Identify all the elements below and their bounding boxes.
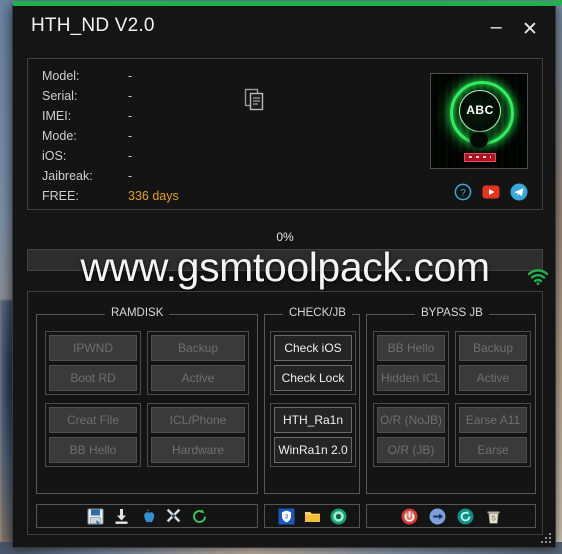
info-label-model: Model: xyxy=(42,69,80,83)
download-icon[interactable] xyxy=(113,508,130,525)
button-ipwnd[interactable]: IPWND xyxy=(49,335,137,361)
info-value-free: 336 days xyxy=(128,189,179,203)
button-winra1n[interactable]: WinRa1n 2.0 xyxy=(274,437,352,463)
toolbar-left xyxy=(36,504,258,528)
info-label-free: FREE: xyxy=(42,189,79,203)
toolbar-right: S xyxy=(366,504,536,528)
window-title: HTH_ND V2.0 xyxy=(31,15,155,36)
button-hardware[interactable]: Hardware xyxy=(151,437,245,463)
function-groups-area: RAMDISK IPWND Boot RD Backup Active Crea… xyxy=(27,291,543,535)
button-active-ramdisk[interactable]: Active xyxy=(151,365,245,391)
apple-icon[interactable] xyxy=(139,508,156,525)
youtube-icon[interactable] xyxy=(482,183,500,201)
group-bypass-jb: BYPASS JB BB Hello Hidden ICL Backup Act… xyxy=(366,307,536,494)
button-bb-hello-ramdisk[interactable]: BB Hello xyxy=(49,437,137,463)
button-backup-bypass[interactable]: Backup xyxy=(459,335,527,361)
info-value-serial: - xyxy=(128,89,133,103)
button-icl-phone[interactable]: ICL/Phone xyxy=(151,407,245,433)
checkjb-frame-a: Check iOS Check Lock xyxy=(270,331,356,395)
button-backup-ramdisk[interactable]: Backup xyxy=(151,335,245,361)
button-check-ios[interactable]: Check iOS xyxy=(274,335,352,361)
power-icon[interactable] xyxy=(401,508,418,525)
bypass-frame-b: Backup Active xyxy=(455,331,531,395)
group-check-jb: CHECK/JB Check iOS Check Lock HTH_Ra1n W… xyxy=(264,307,360,494)
exit-icon[interactable] xyxy=(429,508,446,525)
wifi-icon xyxy=(527,268,549,286)
ramdisk-frame-d: ICL/Phone Hardware xyxy=(147,403,249,467)
ramdisk-frame-a: IPWND Boot RD xyxy=(45,331,141,395)
progress-bar xyxy=(27,249,543,271)
shield-icon[interactable]: 3 xyxy=(278,508,295,525)
info-label-serial: Serial: xyxy=(42,89,78,103)
info-value-imei: - xyxy=(128,109,133,123)
info-label-mode: Mode: xyxy=(42,129,77,143)
ramdisk-frame-c: Creat File BB Hello xyxy=(45,403,141,467)
info-value-mode: - xyxy=(128,129,133,143)
ramdisk-frame-b: Backup Active xyxy=(147,331,249,395)
svg-text:S: S xyxy=(491,515,496,522)
logo-text: ABC xyxy=(466,102,494,117)
logo-spider-shape xyxy=(470,132,488,149)
tools-icon[interactable] xyxy=(165,508,182,525)
logo-badge xyxy=(464,153,496,162)
info-value-model: - xyxy=(128,69,133,83)
button-boot-rd[interactable]: Boot RD xyxy=(49,365,137,391)
button-bb-hello-bypass[interactable]: BB Hello xyxy=(377,335,445,361)
resize-grip[interactable] xyxy=(541,533,552,544)
button-or-jb[interactable]: O/R (JB) xyxy=(377,437,445,463)
copy-icon[interactable] xyxy=(244,87,266,111)
group-title-bypass-jb: BYPASS JB xyxy=(415,307,489,319)
group-ramdisk: RAMDISK IPWND Boot RD Backup Active Crea… xyxy=(36,307,258,494)
info-value-jaibreak: - xyxy=(128,169,133,183)
button-or-nojb[interactable]: O/R (NoJB) xyxy=(377,407,445,433)
application-window: HTH_ND V2.0 – ✕ Model: - Serial: - IMEI:… xyxy=(12,1,557,548)
reboot-icon[interactable] xyxy=(457,508,474,525)
button-active-bypass[interactable]: Active xyxy=(459,365,527,391)
minimize-button[interactable]: – xyxy=(485,17,507,42)
save-icon[interactable] xyxy=(87,508,104,525)
close-button[interactable]: ✕ xyxy=(519,20,541,42)
folder-icon[interactable] xyxy=(304,508,321,525)
trash-icon[interactable]: S xyxy=(485,508,502,525)
group-title-ramdisk: RAMDISK xyxy=(105,307,170,319)
svg-text:3: 3 xyxy=(284,513,288,520)
bypass-frame-a: BB Hello Hidden ICL xyxy=(373,331,449,395)
social-icon-row: ? xyxy=(454,183,528,201)
button-check-lock[interactable]: Check Lock xyxy=(274,365,352,391)
checkjb-frame-b: HTH_Ra1n WinRa1n 2.0 xyxy=(270,403,356,467)
help-icon[interactable]: ? xyxy=(454,183,472,201)
button-earse-a11[interactable]: Earse A11 xyxy=(459,407,527,433)
info-label-jaibreak: Jaibreak: xyxy=(42,169,93,183)
info-value-ios: - xyxy=(128,149,133,163)
window-accent-bar-extension xyxy=(556,0,562,5)
title-bar: HTH_ND V2.0 – ✕ xyxy=(13,6,555,49)
button-hidden-icl[interactable]: Hidden ICL xyxy=(377,365,445,391)
button-earse[interactable]: Earse xyxy=(459,437,527,463)
button-creat-file[interactable]: Creat File xyxy=(49,407,137,433)
button-hth-ra1n[interactable]: HTH_Ra1n xyxy=(274,407,352,433)
info-label-ios: iOS: xyxy=(42,149,67,163)
refresh-icon[interactable] xyxy=(191,508,208,525)
telegram-icon[interactable] xyxy=(510,183,528,201)
toolbar-mid: 3 xyxy=(264,504,360,528)
progress-percent-label: 0% xyxy=(276,230,294,244)
bypass-frame-d: Earse A11 Earse xyxy=(455,403,531,467)
bypass-frame-c: O/R (NoJB) O/R (JB) xyxy=(373,403,449,467)
device-info-panel: Model: - Serial: - IMEI: - Mode: - iOS: … xyxy=(27,58,543,210)
info-label-imei: IMEI: xyxy=(42,109,72,123)
svg-text:?: ? xyxy=(460,188,466,199)
gear-icon[interactable] xyxy=(330,508,347,525)
group-title-check-jb: CHECK/JB xyxy=(283,307,352,319)
app-logo-image: ABC xyxy=(430,73,528,169)
